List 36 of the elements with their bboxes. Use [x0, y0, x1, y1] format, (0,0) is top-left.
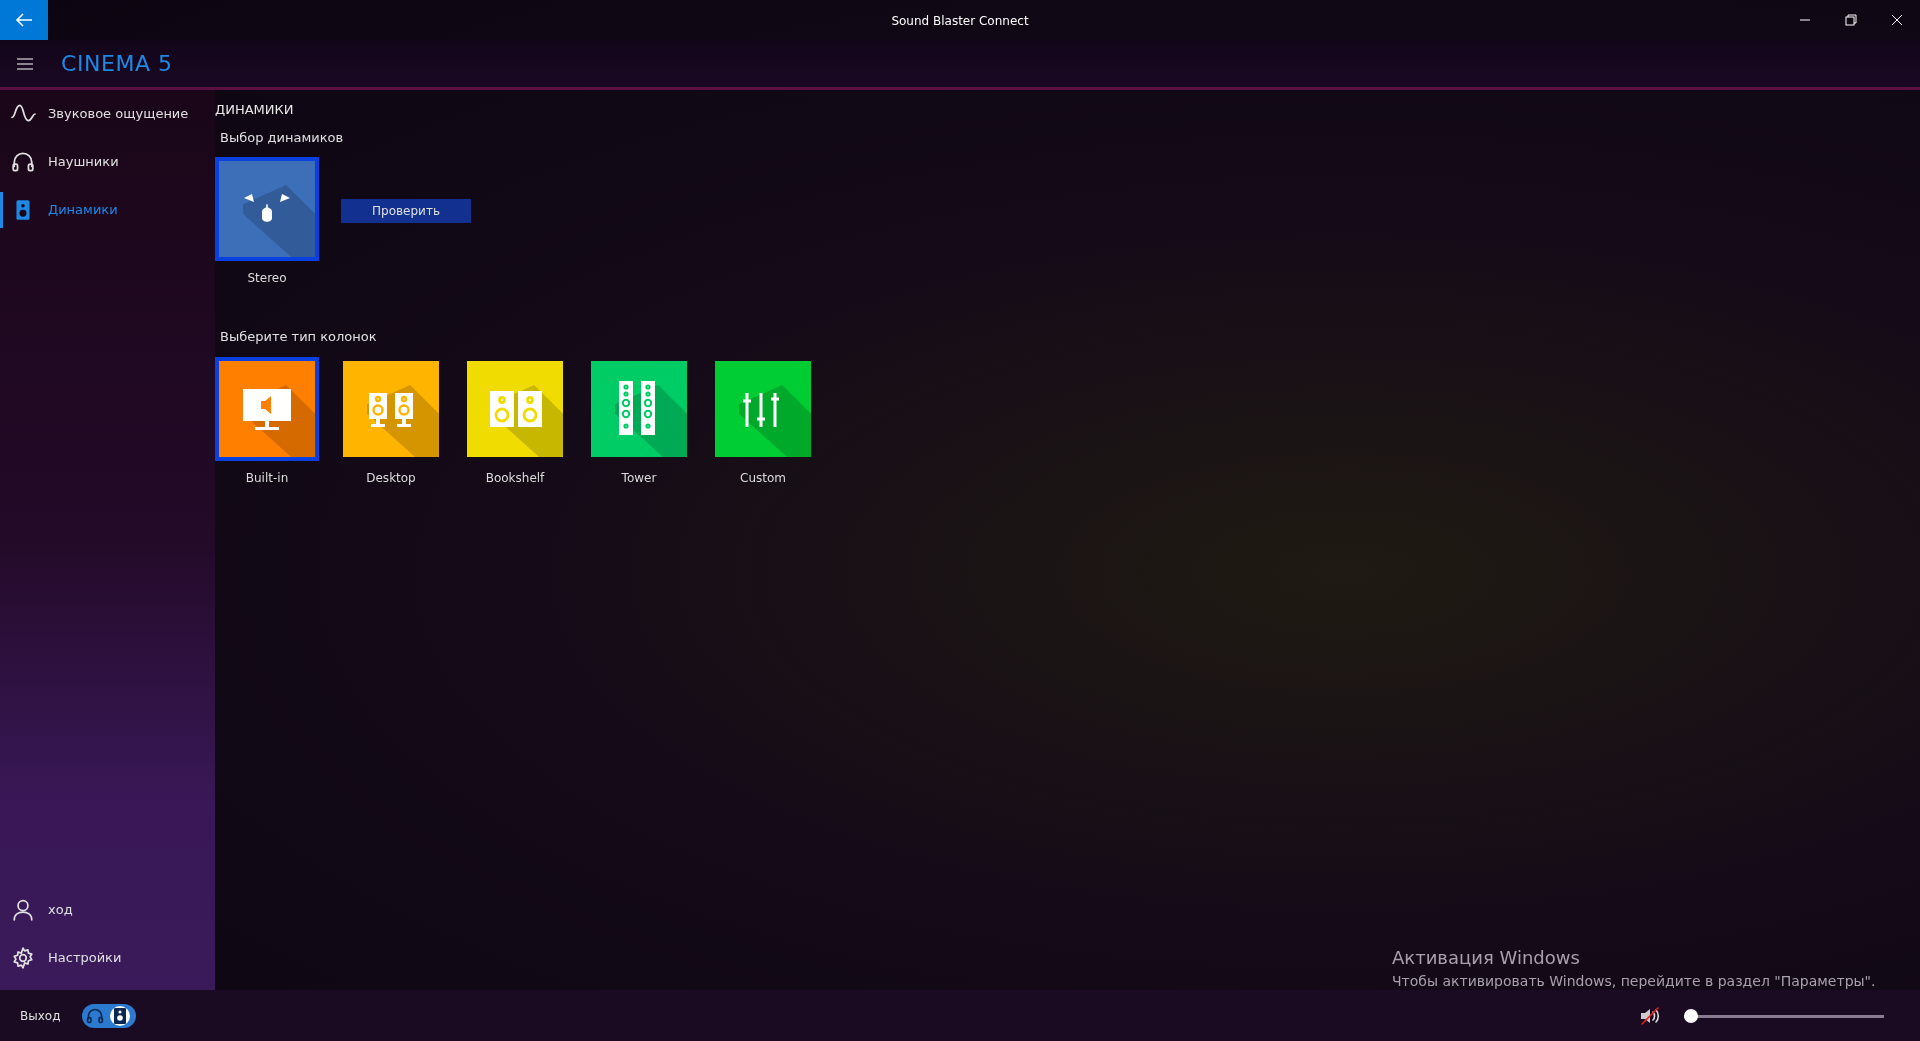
close-icon	[1891, 14, 1903, 26]
nav-item[interactable]: Динамики	[0, 186, 215, 234]
exit-label: Выход	[20, 1007, 61, 1025]
tile-label: Desktop	[366, 469, 416, 487]
volume-slider[interactable]	[1684, 1008, 1884, 1023]
page-title: ДИНАМИКИ	[215, 101, 295, 119]
back-arrow-icon	[15, 12, 33, 28]
nav-item[interactable]: ход	[0, 886, 215, 934]
window-title: Sound Blaster Connect	[891, 13, 1029, 30]
nav-item[interactable]: Настройки	[0, 934, 215, 982]
headphones-icon	[10, 150, 36, 174]
speaker-icon	[113, 1007, 128, 1024]
test-button[interactable]: Проверить	[341, 199, 471, 223]
activation-title: Активация Windows	[1392, 946, 1581, 970]
section-label: Выберите тип колонок	[220, 328, 378, 346]
device-name: CINEMA 5	[61, 50, 173, 78]
restore-icon	[1845, 14, 1857, 26]
user-icon	[10, 898, 36, 922]
muted-speaker-icon[interactable]	[1640, 1006, 1662, 1025]
back-button[interactable]	[0, 0, 48, 40]
tile-label: Bookshelf	[485, 469, 545, 487]
tile-label: Stereo	[247, 270, 287, 287]
nav-item[interactable]: Звуковое ощущение	[0, 90, 215, 138]
settings-icon	[10, 946, 36, 970]
tile-label: Tower	[621, 469, 657, 487]
activation-message: Чтобы активировать Windows, перейдите в раздел "Параметры".	[1392, 972, 1876, 991]
listener-speakers-icon	[244, 194, 290, 224]
nav-item[interactable]: Наушники	[0, 138, 215, 186]
slider-thumb[interactable]	[1684, 1008, 1698, 1023]
section-label: Выбор динамиков	[220, 128, 345, 147]
menu-icon[interactable]	[17, 57, 33, 70]
headphones-icon	[86, 1006, 105, 1025]
output-toggle[interactable]	[82, 1003, 137, 1028]
tile-label: Custom	[740, 469, 786, 487]
tile-label: Built-in	[245, 469, 289, 487]
speaker-tile[interactable]	[215, 356, 319, 461]
